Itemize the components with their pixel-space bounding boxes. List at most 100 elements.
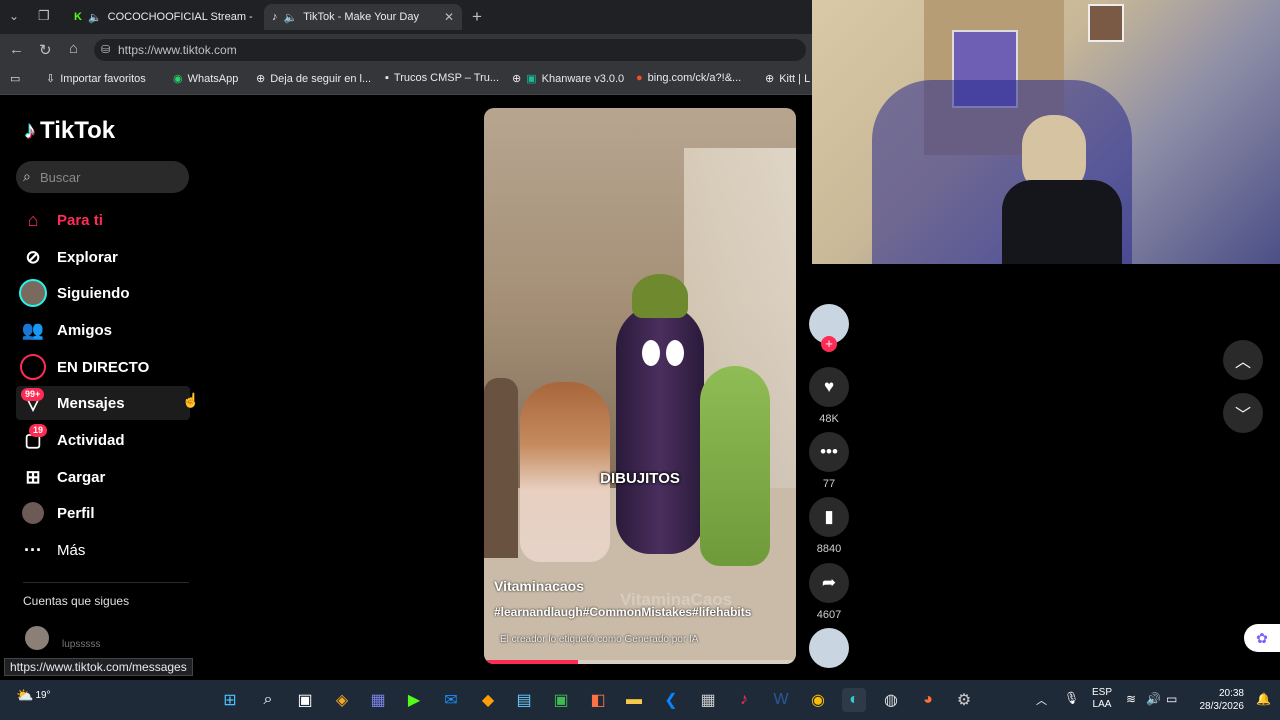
edge-icon[interactable]: ◐ [842, 688, 866, 712]
copilot-sidebar-icon[interactable]: ✿ [1244, 624, 1280, 652]
nav-siguiendo[interactable]: Siguiendo [16, 276, 190, 310]
progress-track[interactable] [484, 660, 796, 664]
chrome-icon[interactable]: ◉ [806, 688, 830, 712]
video-author[interactable]: Vitaminacaos [494, 578, 584, 594]
tray-chevron-icon[interactable]: ︿ [1036, 692, 1047, 708]
app-badge-icon[interactable]: ◍ [879, 688, 903, 712]
file-explorer-icon[interactable]: ▬ [622, 688, 646, 712]
comment-button[interactable]: ••• 77 [809, 432, 849, 490]
following-avatar[interactable] [25, 626, 49, 650]
activity-badge: 19 [29, 424, 48, 437]
nav-en-directo[interactable]: EN DIRECTO [16, 350, 190, 384]
messages-icon: ▽ 99+ [16, 386, 50, 420]
upload-icon: ⊞ [25, 466, 41, 487]
start-icon[interactable]: ⊞ [218, 688, 242, 712]
bookmark-import[interactable]: ⇩ Importar favoritos [46, 72, 146, 86]
nav-label: Actividad [57, 431, 125, 449]
activity-icon: ▢ 19 [16, 423, 50, 457]
prev-video-button[interactable]: ︿ [1223, 340, 1263, 380]
task-view-icon[interactable]: ▣ [293, 688, 317, 712]
globe-icon: ⊕ [765, 73, 775, 85]
eye-left [642, 340, 660, 366]
reload-icon[interactable]: ↻ [39, 41, 52, 59]
audio-icon: 🔈 [87, 11, 102, 24]
collections-icon[interactable]: ▭ [10, 72, 20, 85]
nav-mensajes[interactable]: ▽ 99+ Mensajes [16, 386, 190, 420]
sound-disc-button[interactable] [809, 628, 849, 668]
clock[interactable]: 20:38 28/3/2026 [1196, 687, 1245, 713]
battery-icon[interactable]: ▭ [1166, 692, 1177, 706]
tab-label: COCOCHOOFICIAL Stream - Y [107, 11, 254, 23]
bookmark-bing[interactable]: ● bing.com/ck/a?!&... [636, 72, 741, 84]
bookmark-trucos[interactable]: ▪ Trucos CMSP – Tru... [385, 72, 499, 84]
tab-menu-chevron-icon[interactable]: ⌄ [9, 9, 19, 23]
bookmark-whatsapp[interactable]: ◉ WhatsApp [173, 72, 238, 86]
bing-icon: ● [636, 72, 643, 84]
address-bar-row: ← ↻ ⌂ ⛁ https://www.tiktok.com [0, 34, 812, 66]
lettuce-character [700, 366, 770, 566]
tiktok-note-icon: ♪ [24, 117, 36, 144]
workspaces-icon[interactable]: ❐ [38, 8, 50, 24]
mail-icon[interactable]: ✉ [439, 688, 463, 712]
following-account-name[interactable]: lupsssss [62, 639, 100, 650]
calculator-icon[interactable]: ▦ [696, 688, 720, 712]
like-button[interactable]: ♥ 48K [809, 367, 849, 425]
store-icon[interactable]: ◆ [476, 688, 500, 712]
firefox-icon[interactable]: ◕ [916, 688, 940, 712]
site-info-icon[interactable]: ⛁ [101, 43, 110, 56]
microphone-icon[interactable]: 🎙 [1064, 691, 1079, 705]
new-tab-icon[interactable]: + [472, 7, 482, 27]
tiktok-app-icon[interactable]: ♪ [732, 688, 756, 712]
home-icon[interactable]: ⌂ [69, 40, 78, 57]
word-icon[interactable]: W [769, 688, 793, 712]
photos-icon[interactable]: ▤ [512, 688, 536, 712]
volume-icon[interactable]: 🔊 [1146, 692, 1161, 706]
comment-icon: ••• [809, 432, 849, 472]
teams-icon[interactable]: ▦ [366, 688, 390, 712]
nav-actividad[interactable]: ▢ 19 Actividad [16, 423, 190, 457]
url-field[interactable]: ⛁ https://www.tiktok.com [94, 39, 806, 61]
progress-fill [484, 660, 578, 664]
wifi-icon[interactable]: ≋ [1126, 692, 1136, 706]
nav-perfil[interactable]: Perfil [16, 496, 190, 530]
nav-amigos[interactable]: 👥 Amigos [16, 313, 190, 347]
tiktok-logo[interactable]: ♪ TikTok [24, 117, 115, 145]
windows-taskbar: ⛅ 19° ⊞ ⌕ ▣ ◈ ▦ ▶ ✉ ◆ ▤ ▣ ◧ ▬ ❮ ▦ ♪ W ◉ … [0, 680, 1280, 720]
language-indicator[interactable]: ESP LAA [1092, 687, 1112, 711]
image-app-icon[interactable]: ▣ [549, 688, 573, 712]
next-video-button[interactable]: ﹀ [1223, 393, 1263, 433]
heart-icon: ♥ [809, 367, 849, 407]
bookmark-khanware[interactable]: ⊕ ▣ Khanware v3.0.0 [512, 72, 624, 86]
eggplant-character [616, 304, 704, 554]
follow-plus-icon[interactable]: + [821, 336, 837, 352]
profile-avatar-icon [16, 496, 50, 530]
nav-cargar[interactable]: ⊞ Cargar [16, 460, 190, 494]
video-player[interactable]: DIBUJITOS VitaminaCaos Vitaminacaos #lea… [484, 108, 796, 664]
nav-mas[interactable]: ··· Más [16, 533, 190, 567]
tab-stream[interactable]: K 🔈 COCOCHOOFICIAL Stream - Y [66, 4, 262, 30]
bookmark-label: Importar favoritos [60, 72, 146, 85]
share-button[interactable]: ➦ 4607 [809, 563, 849, 621]
search-taskbar-icon[interactable]: ⌕ [256, 688, 280, 712]
whatsapp-icon: ◉ [173, 73, 183, 85]
save-button[interactable]: ▮ 8840 [809, 497, 849, 555]
back-icon[interactable]: ← [9, 41, 24, 58]
settings-icon[interactable]: ⚙ [952, 688, 976, 712]
bookmark-icon: ▮ [809, 497, 849, 537]
video-hashtags[interactable]: #learnandlaugh#CommonMistakes#lifehabits [494, 605, 751, 619]
nav-para-ti[interactable]: ⌂ Para ti [16, 203, 190, 237]
search-input[interactable]: ⌕ Buscar [16, 161, 189, 193]
bookmark-kitt[interactable]: ⊕ Kitt | L [765, 72, 810, 86]
kick-app-icon[interactable]: ▶ [402, 688, 426, 712]
close-tab-icon[interactable]: ✕ [444, 10, 454, 24]
tab-tiktok[interactable]: ♪ 🔈 TikTok - Make Your Day ✕ [264, 4, 462, 30]
app-icon[interactable]: ◧ [586, 688, 610, 712]
weather-widget[interactable]: ⛅ 19° [16, 687, 51, 704]
creator-avatar-button[interactable]: + [809, 304, 849, 352]
vscode-icon[interactable]: ❮ [659, 688, 683, 712]
copilot-icon[interactable]: ◈ [330, 688, 354, 712]
ai-generated-label: El creador lo etiquetó como Generado por… [500, 634, 699, 645]
bookmark-deja[interactable]: ⊕ Deja de seguir en l... [256, 72, 371, 86]
nav-explorar[interactable]: ⊘ Explorar [16, 240, 190, 274]
notification-bell-icon[interactable]: 🔔 [1256, 692, 1271, 706]
